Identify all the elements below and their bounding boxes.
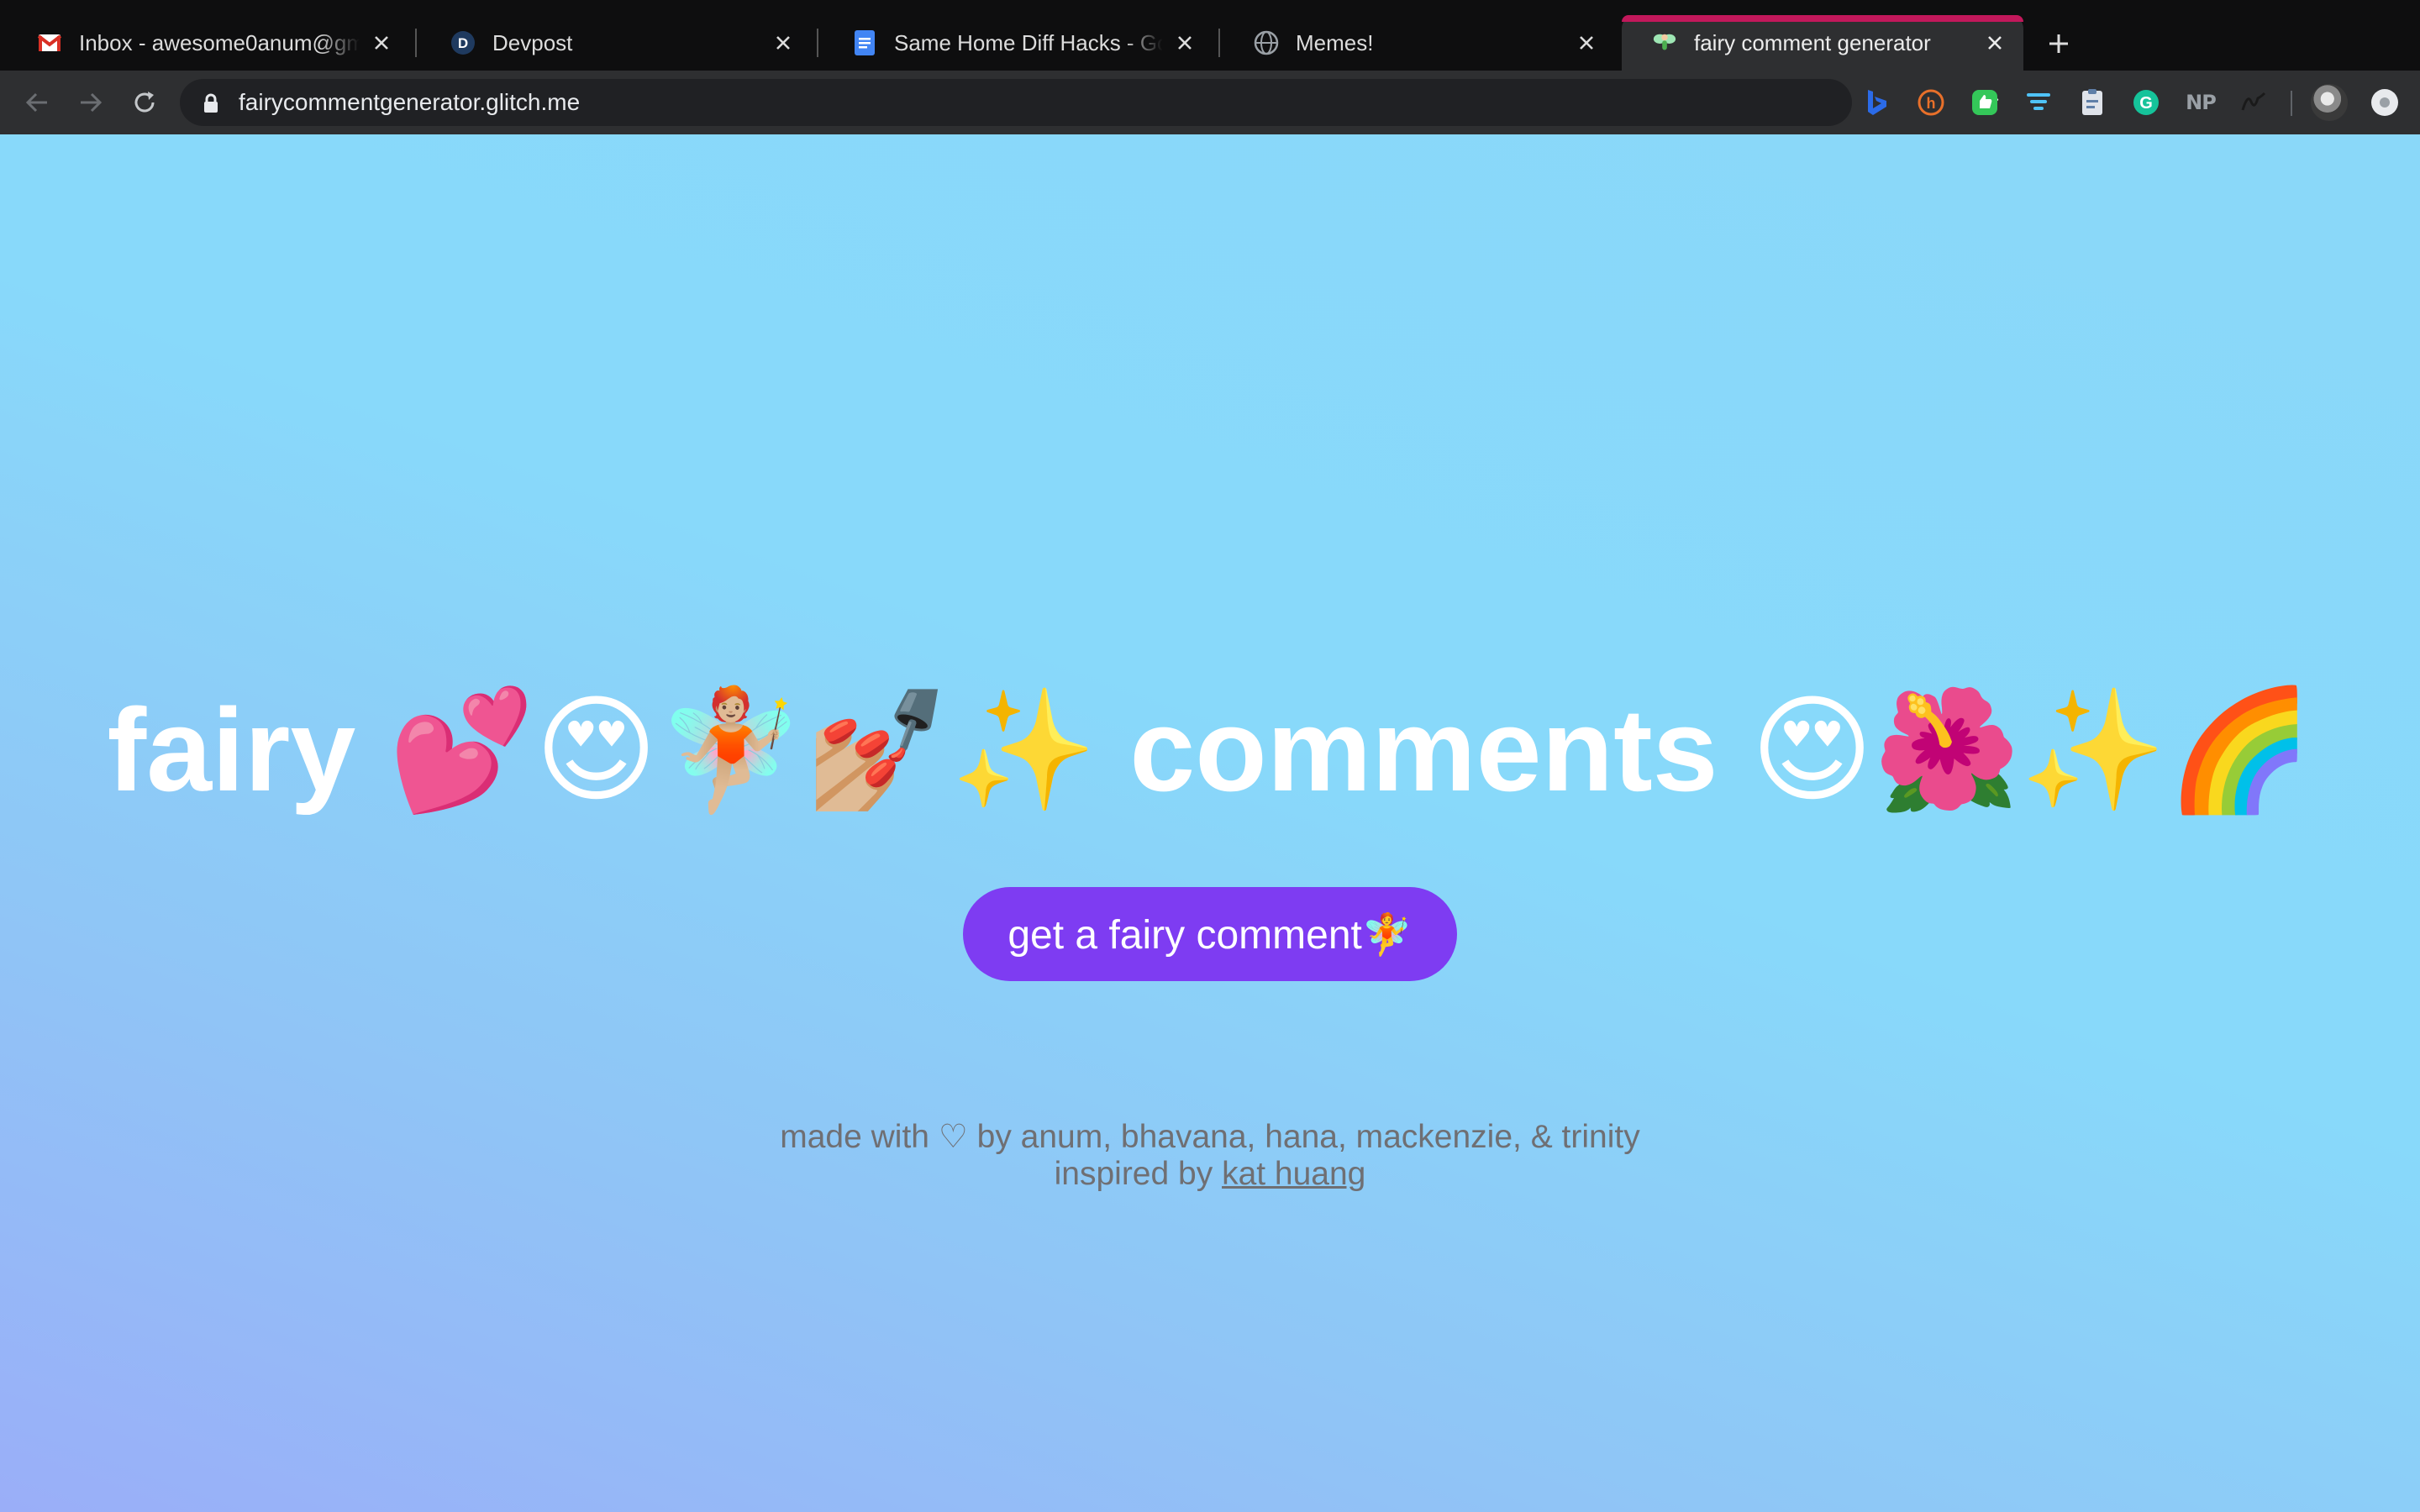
filter-extension-icon[interactable]: [2023, 87, 2054, 118]
page-headline: fairy 💕😍🧚🏼💅🏼✨ comments 😍🌺✨🌈: [0, 691, 2420, 810]
credits-footer: made with ♡ by anum, bhavana, hana, mack…: [0, 1119, 2420, 1193]
plus-icon: [2049, 34, 2068, 53]
bing-icon[interactable]: [1862, 87, 1892, 118]
extensions-menu-icon[interactable]: [2371, 89, 2398, 116]
grammarly-icon[interactable]: G: [2131, 87, 2161, 118]
headline-word-comments: comments: [1129, 684, 1718, 816]
forward-button[interactable]: [74, 86, 108, 119]
tab-memes[interactable]: Memes!: [1223, 15, 1615, 71]
arrow-right-icon: [81, 92, 103, 113]
devpost-icon: D: [450, 30, 476, 55]
svg-text:D: D: [458, 35, 468, 51]
close-icon[interactable]: [1173, 31, 1197, 55]
tab-divider: [415, 29, 417, 57]
google-docs-icon: [852, 30, 877, 55]
tab-strip: Inbox - awesome0anum@gmail.com - Gmail D…: [0, 0, 2420, 71]
lock-icon[interactable]: [202, 92, 220, 118]
reload-button[interactable]: [128, 86, 161, 119]
page-content: fairy 💕😍🧚🏼💅🏼✨ comments 😍🌺✨🌈 get a fairy …: [0, 134, 2420, 1512]
close-icon[interactable]: [1983, 31, 2007, 55]
close-icon[interactable]: [370, 31, 393, 55]
clipboard-extension-icon[interactable]: [2077, 87, 2107, 118]
toolbar-divider: [2291, 91, 2292, 116]
signature-extension-icon[interactable]: [2238, 87, 2269, 118]
tab-devpost[interactable]: D Devpost: [420, 15, 812, 71]
new-tab-button[interactable]: [2040, 25, 2077, 62]
browser-toolbar: fairycommentgenerator.glitch.me h G NP: [0, 71, 2420, 134]
address-bar[interactable]: fairycommentgenerator.glitch.me: [180, 79, 1999, 126]
tab-divider: [817, 29, 818, 57]
gmail-icon: [37, 30, 62, 55]
svg-text:h: h: [1927, 95, 1936, 112]
svg-text:G: G: [2139, 94, 2153, 113]
tab-title: Devpost: [492, 29, 573, 55]
tab-google-docs[interactable]: Same Home Diff Hacks - Google Docs: [822, 15, 1213, 71]
tab-title: fairy comment generator: [1694, 29, 1931, 55]
thumbs-up-extension-icon[interactable]: [1970, 87, 2000, 118]
back-button[interactable]: [20, 86, 54, 119]
credits-made-with: made with ♡ by anum, bhavana, hana, mack…: [780, 1119, 1640, 1155]
tab-title: Same Home Diff Hacks - Google Docs: [894, 29, 1163, 55]
close-icon[interactable]: [1575, 31, 1598, 55]
tab-fairy-comment-generator[interactable]: fairy comment generator: [1622, 15, 2023, 71]
fairy-icon: [1652, 30, 1677, 55]
tab-title: Memes!: [1296, 29, 1374, 55]
globe-icon: [1254, 30, 1279, 55]
tab-title: Inbox - awesome0anum@gmail.com - Gmail: [79, 29, 360, 55]
np-extension-icon[interactable]: NP: [2183, 87, 2218, 118]
inspired-by-label: inspired by: [1054, 1156, 1213, 1192]
url-text[interactable]: fairycommentgenerator.glitch.me: [239, 89, 580, 116]
arrow-left-icon: [25, 92, 47, 113]
reload-icon: [134, 92, 155, 113]
profile-avatar[interactable]: [2311, 84, 2348, 121]
kat-huang-link[interactable]: kat huang: [1222, 1156, 1365, 1192]
np-extension-label: NP: [2186, 91, 2217, 114]
browser-window: Inbox - awesome0anum@gmail.com - Gmail D…: [0, 0, 2420, 1512]
headline-word-fairy: fairy: [107, 684, 356, 816]
credits-inspired-by: inspired by kat huang: [0, 1156, 2420, 1193]
headline-emojis-2: 😍🌺✨🌈: [1750, 682, 2313, 819]
tab-gmail-inbox[interactable]: Inbox - awesome0anum@gmail.com - Gmail: [7, 15, 410, 71]
get-fairy-comment-button[interactable]: get a fairy comment🧚: [963, 887, 1457, 981]
headline-emojis-1: 💕😍🧚🏼💅🏼✨: [388, 682, 1097, 819]
honey-icon[interactable]: h: [1916, 87, 1946, 118]
close-icon[interactable]: [771, 31, 795, 55]
tab-divider: [1218, 29, 1220, 57]
